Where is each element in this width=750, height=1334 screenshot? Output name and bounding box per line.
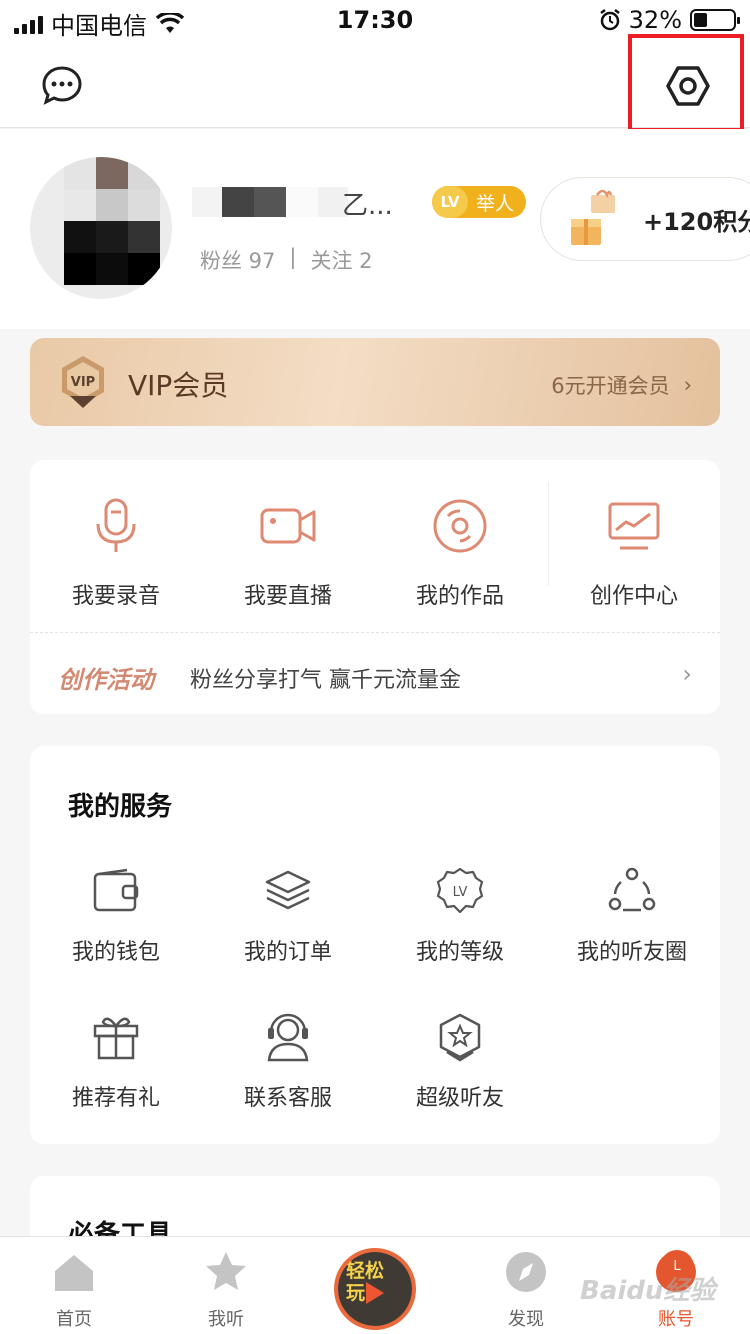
battery-percent: 32% [628,6,682,34]
create-divider [30,632,720,633]
tab-home-label: 首页 [56,1309,92,1330]
orders-button[interactable]: 我的订单 [202,866,374,966]
wallet-icon [93,868,139,912]
headset-icon [267,1013,309,1062]
status-right: 32% [599,6,740,34]
go-live-label: 我要直播 [243,584,332,609]
super-listener-label: 超级听友 [415,1086,504,1111]
baidu-watermark: Baidu经验 [580,1276,716,1306]
referral-gift-label: 推荐有礼 [71,1086,160,1111]
services-title: 我的服务 [68,792,173,822]
username-suffix: 乙... [342,191,393,221]
home-icon [55,1255,93,1291]
tab-listen[interactable]: 我听 [176,1249,276,1331]
microphone-icon [96,498,136,552]
username[interactable]: 乙... [192,185,402,221]
svg-text:LV: LV [453,885,468,900]
fans-count[interactable]: 粉丝 97 [200,245,275,275]
stats-separator: | [289,245,297,269]
level-button[interactable]: LV 我的等级 [374,866,546,966]
wallet-label: 我的钱包 [71,940,160,965]
friend-circle-label: 我的听友圈 [576,940,687,965]
customer-service-button[interactable]: 联系客服 [202,1012,374,1112]
tab-discover[interactable]: 发现 [476,1249,576,1331]
star-icon [206,1252,246,1290]
friend-circle-button[interactable]: 我的听友圈 [546,866,718,966]
activity-chevron-icon[interactable]: › [682,660,692,688]
layers-icon [265,870,311,910]
vip-cta-label: 6元开通会员 [551,374,670,398]
settings-highlight-box [628,34,744,132]
points-label: +120积分 [643,207,750,236]
vip-banner[interactable]: VIP VIP会员 6元开通会员 › [30,338,720,426]
my-works-label: 我的作品 [415,584,504,609]
record-audio-label: 我要录音 [71,584,160,609]
chevron-right-icon: › [683,373,692,397]
activity-text[interactable]: 粉丝分享打气 赢千元流量金 [190,662,461,694]
creator-center-label: 创作中心 [589,584,678,609]
gift-box-icon [571,189,615,245]
create-card: 我要录音 我要直播 我的作品 创作中心 创作活动 粉丝分享打气 赢千元流量金 › [30,460,720,714]
follow-stats: 粉丝 97 | 关注 2 [200,245,373,275]
my-works-button[interactable]: 我的作品 [374,496,546,610]
level-badge-label: 举人 [476,192,515,215]
profile-name-row: 乙... LV 举人 [192,185,527,221]
vip-badge-icon: VIP [62,356,104,408]
center-promo-thumbnail: 轻松 玩 [338,1252,412,1326]
play-icon [366,1282,384,1304]
vip-title: VIP会员 [128,369,229,402]
alarm-icon [599,9,620,31]
tab-home[interactable]: 首页 [24,1249,124,1331]
activity-tag[interactable]: 创作活动 [58,660,154,695]
star-badge-icon [439,1013,481,1062]
center-promo-button[interactable]: 轻松 玩 [334,1248,416,1330]
vip-open-cta[interactable]: 6元开通会员 › [551,370,692,400]
tab-listen-label: 我听 [208,1309,244,1330]
my-services-card: 我的服务 我的钱包 我的订单 LV 我的等级 我的听友圈 推荐有礼 联系客服 超… [30,746,720,1144]
record-audio-button[interactable]: 我要录音 [30,496,202,610]
creator-center-button[interactable]: 创作中心 [548,496,720,610]
profile-section: 乙... LV 举人 粉丝 97 | 关注 2 +120积分 [0,129,750,329]
message-icon[interactable] [40,64,84,108]
orders-label: 我的订单 [243,940,332,965]
svg-text:VIP: VIP [71,375,95,390]
avatar[interactable] [30,157,172,299]
monitor-chart-icon [608,502,660,550]
customer-service-label: 联系客服 [243,1086,332,1111]
video-camera-icon [260,508,316,544]
level-label: 我的等级 [415,940,504,965]
tab-account-label: 账号 [658,1309,694,1330]
level-badge-icon: LV [436,867,484,914]
circle-network-icon [608,867,656,912]
referral-gift-button[interactable]: 推荐有礼 [30,1012,202,1112]
disc-icon [433,499,487,553]
tab-discover-label: 发现 [508,1309,544,1330]
go-live-button[interactable]: 我要直播 [202,496,374,610]
wallet-button[interactable]: 我的钱包 [30,866,202,966]
level-badge-icon: LV [432,186,468,218]
points-button[interactable]: +120积分 [540,177,750,261]
super-listener-button[interactable]: 超级听友 [374,1012,546,1112]
compass-icon [506,1252,546,1292]
level-badge[interactable]: LV 举人 [432,186,527,218]
follow-count[interactable]: 关注 2 [310,245,372,275]
battery-icon [690,9,740,31]
gift-icon [93,1017,139,1060]
